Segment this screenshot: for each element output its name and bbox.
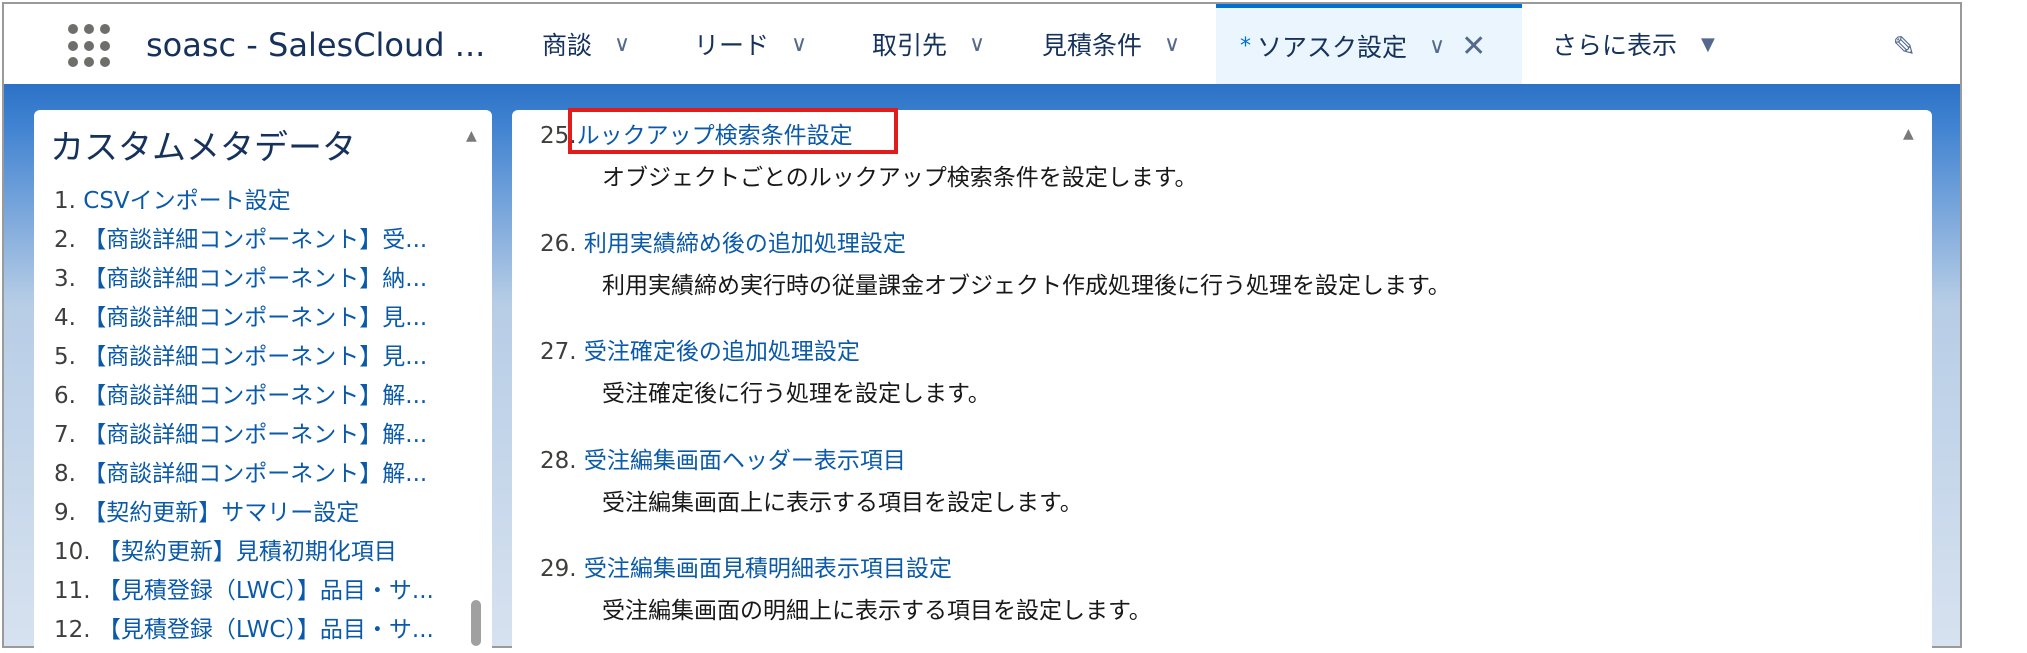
chevron-down-icon[interactable]: ∨: [791, 32, 807, 57]
list-item[interactable]: 6. 【商談詳細コンポーネント】解...: [54, 377, 434, 416]
app-launcher-icon[interactable]: [68, 24, 112, 68]
entry-link[interactable]: 27. 受注確定後の追加処理設定: [540, 332, 991, 366]
tab-quote-condition[interactable]: 見積条件 ∨: [1042, 4, 1180, 84]
entry-description: 利用実績締め実行時の従量課金オブジェクト作成処理後に行う処理を設定します。: [602, 273, 1451, 299]
list-item[interactable]: 8. 【商談詳細コンポーネント】解...: [54, 455, 434, 494]
tab-label: 見積条件: [1042, 31, 1143, 60]
list-item[interactable]: 1. CSVインポート設定: [54, 182, 434, 221]
caret-down-icon: ▼: [1701, 33, 1715, 55]
scroll-up-arrow-icon[interactable]: ▲: [466, 128, 477, 144]
unsaved-marker: *: [1240, 33, 1251, 59]
tab-soasc-settings[interactable]: * ソアスク設定 ∨ ✕: [1216, 4, 1522, 84]
metadata-entry: 29. 受注編集画面見積明細表示項目設定 受注編集画面の明細上に表示する項目を設…: [540, 549, 1152, 625]
entry-description: 受注確定後に行う処理を設定します。: [602, 381, 991, 407]
tab-account[interactable]: 取引先 ∨: [872, 4, 985, 84]
entry-description: オブジェクトごとのルックアップ検索条件を設定します。: [602, 165, 1198, 191]
list-item[interactable]: 3. 【商談詳細コンポーネント】納...: [54, 260, 434, 299]
list-item[interactable]: 2. 【商談詳細コンポーネント】受...: [54, 221, 434, 260]
list-item[interactable]: 4. 【商談詳細コンポーネント】見...: [54, 299, 434, 338]
tab-label: 商談: [542, 31, 593, 60]
metadata-list: 1. CSVインポート設定 2. 【商談詳細コンポーネント】受... 3. 【商…: [54, 182, 434, 650]
tab-opportunity[interactable]: 商談 ∨: [542, 4, 630, 84]
chevron-down-icon[interactable]: ∨: [1429, 34, 1445, 59]
panel-title: カスタムメタデータ: [50, 128, 356, 168]
tab-label: 取引先: [872, 31, 948, 60]
left-scrollbar-thumb[interactable]: [471, 600, 481, 646]
metadata-entry: 26. 利用実績締め後の追加処理設定 利用実績締め実行時の従量課金オブジェクト作…: [540, 224, 1451, 300]
more-label: さらに表示: [1552, 31, 1678, 60]
scroll-up-arrow-icon[interactable]: ▲: [1903, 126, 1914, 142]
metadata-entry: 27. 受注確定後の追加処理設定 受注確定後に行う処理を設定します。: [540, 332, 991, 408]
tab-label: ソアスク設定: [1257, 33, 1408, 62]
metadata-entry: 28. 受注編集画面ヘッダー表示項目 受注編集画面上に表示する項目を設定します。: [540, 441, 1083, 517]
chevron-down-icon[interactable]: ∨: [1164, 32, 1180, 57]
entry-link[interactable]: 28. 受注編集画面ヘッダー表示項目: [540, 441, 1083, 475]
chevron-down-icon[interactable]: ∨: [969, 32, 985, 57]
close-tab-icon[interactable]: ✕: [1461, 29, 1486, 64]
chevron-down-icon[interactable]: ∨: [614, 32, 630, 57]
more-tabs-button[interactable]: さらに表示 ▼: [1552, 4, 1715, 84]
entry-link[interactable]: 29. 受注編集画面見積明細表示項目設定: [540, 549, 1152, 583]
list-item[interactable]: 7. 【商談詳細コンポーネント】解...: [54, 416, 434, 455]
top-navigation-bar: soasc - SalesCloud ... 商談 ∨ リード ∨ 取引先 ∨ …: [4, 4, 1960, 85]
list-item[interactable]: 10. 【契約更新】見積初期化項目: [54, 533, 434, 572]
custom-metadata-panel: カスタムメタデータ 1. CSVインポート設定 2. 【商談詳細コンポーネント】…: [34, 110, 492, 650]
highlight-annotation-box: [568, 108, 898, 154]
edit-nav-pencil-icon[interactable]: ✎: [1893, 30, 1916, 63]
list-item[interactable]: 5. 【商談詳細コンポーネント】見...: [54, 338, 434, 377]
tab-lead[interactable]: リード ∨: [694, 4, 807, 84]
tab-label: リード: [694, 31, 770, 60]
metadata-detail-panel: 25.ルックアップ検索条件設定 オブジェクトごとのルックアップ検索条件を設定しま…: [512, 110, 1932, 650]
list-item[interactable]: 12. 【見積登録（LWC）】品目・サ...: [54, 611, 434, 650]
entry-description: 受注編集画面の明細上に表示する項目を設定します。: [602, 598, 1152, 624]
entry-link[interactable]: 26. 利用実績締め後の追加処理設定: [540, 224, 1451, 258]
list-item[interactable]: 11. 【見積登録（LWC）】品目・サ...: [54, 572, 434, 611]
app-name: soasc - SalesCloud ...: [146, 26, 486, 64]
list-item[interactable]: 9. 【契約更新】サマリー設定: [54, 494, 434, 533]
entry-description: 受注編集画面上に表示する項目を設定します。: [602, 490, 1083, 516]
